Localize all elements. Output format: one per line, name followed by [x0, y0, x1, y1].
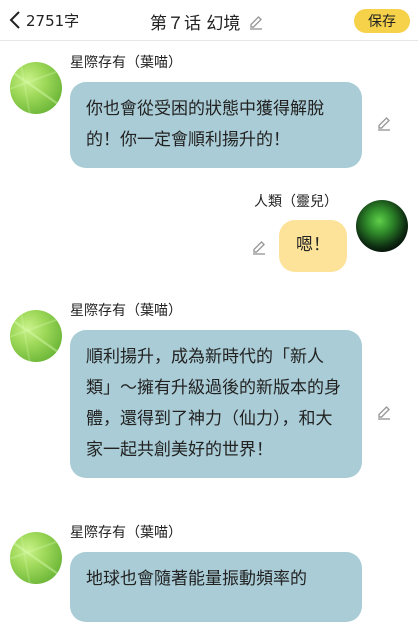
- speaker-name: 人類（靈兒）: [254, 194, 338, 210]
- chapter-title: 第７话 幻境: [150, 14, 241, 34]
- pencil-icon[interactable]: [376, 404, 392, 420]
- pencil-icon[interactable]: [251, 239, 267, 255]
- speaker-name: 星際存有（葉喵）: [70, 303, 182, 319]
- save-button[interactable]: 保存: [354, 9, 410, 33]
- word-count: 2751字: [26, 11, 80, 30]
- avatar[interactable]: [10, 532, 62, 584]
- speaker-name: 星際存有（葉喵）: [70, 55, 182, 71]
- pencil-icon[interactable]: [376, 115, 392, 131]
- speaker-name: 星際存有（葉喵）: [70, 525, 182, 541]
- avatar[interactable]: [10, 310, 62, 362]
- chapter-title-area[interactable]: 第７话 幻境: [150, 9, 264, 34]
- chevron-left-icon: [9, 11, 20, 29]
- avatar[interactable]: [10, 62, 62, 114]
- top-bar: 2751字 第７话 幻境 保存: [0, 0, 418, 41]
- pencil-icon[interactable]: [248, 14, 264, 30]
- message-bubble[interactable]: 嗯！: [279, 220, 347, 272]
- avatar[interactable]: [356, 200, 408, 252]
- back-button[interactable]: 2751字: [8, 8, 79, 32]
- message-bubble[interactable]: 你也會從受困的狀態中獲得解脫的！你一定會順利揚升的！: [70, 82, 362, 168]
- message-bubble[interactable]: 順利揚升，成為新時代的「新人類」～擁有升級過後的新版本的身體，還得到了神力（仙力…: [70, 330, 362, 478]
- message-bubble[interactable]: 地球也會隨著能量振動頻率的: [70, 552, 362, 622]
